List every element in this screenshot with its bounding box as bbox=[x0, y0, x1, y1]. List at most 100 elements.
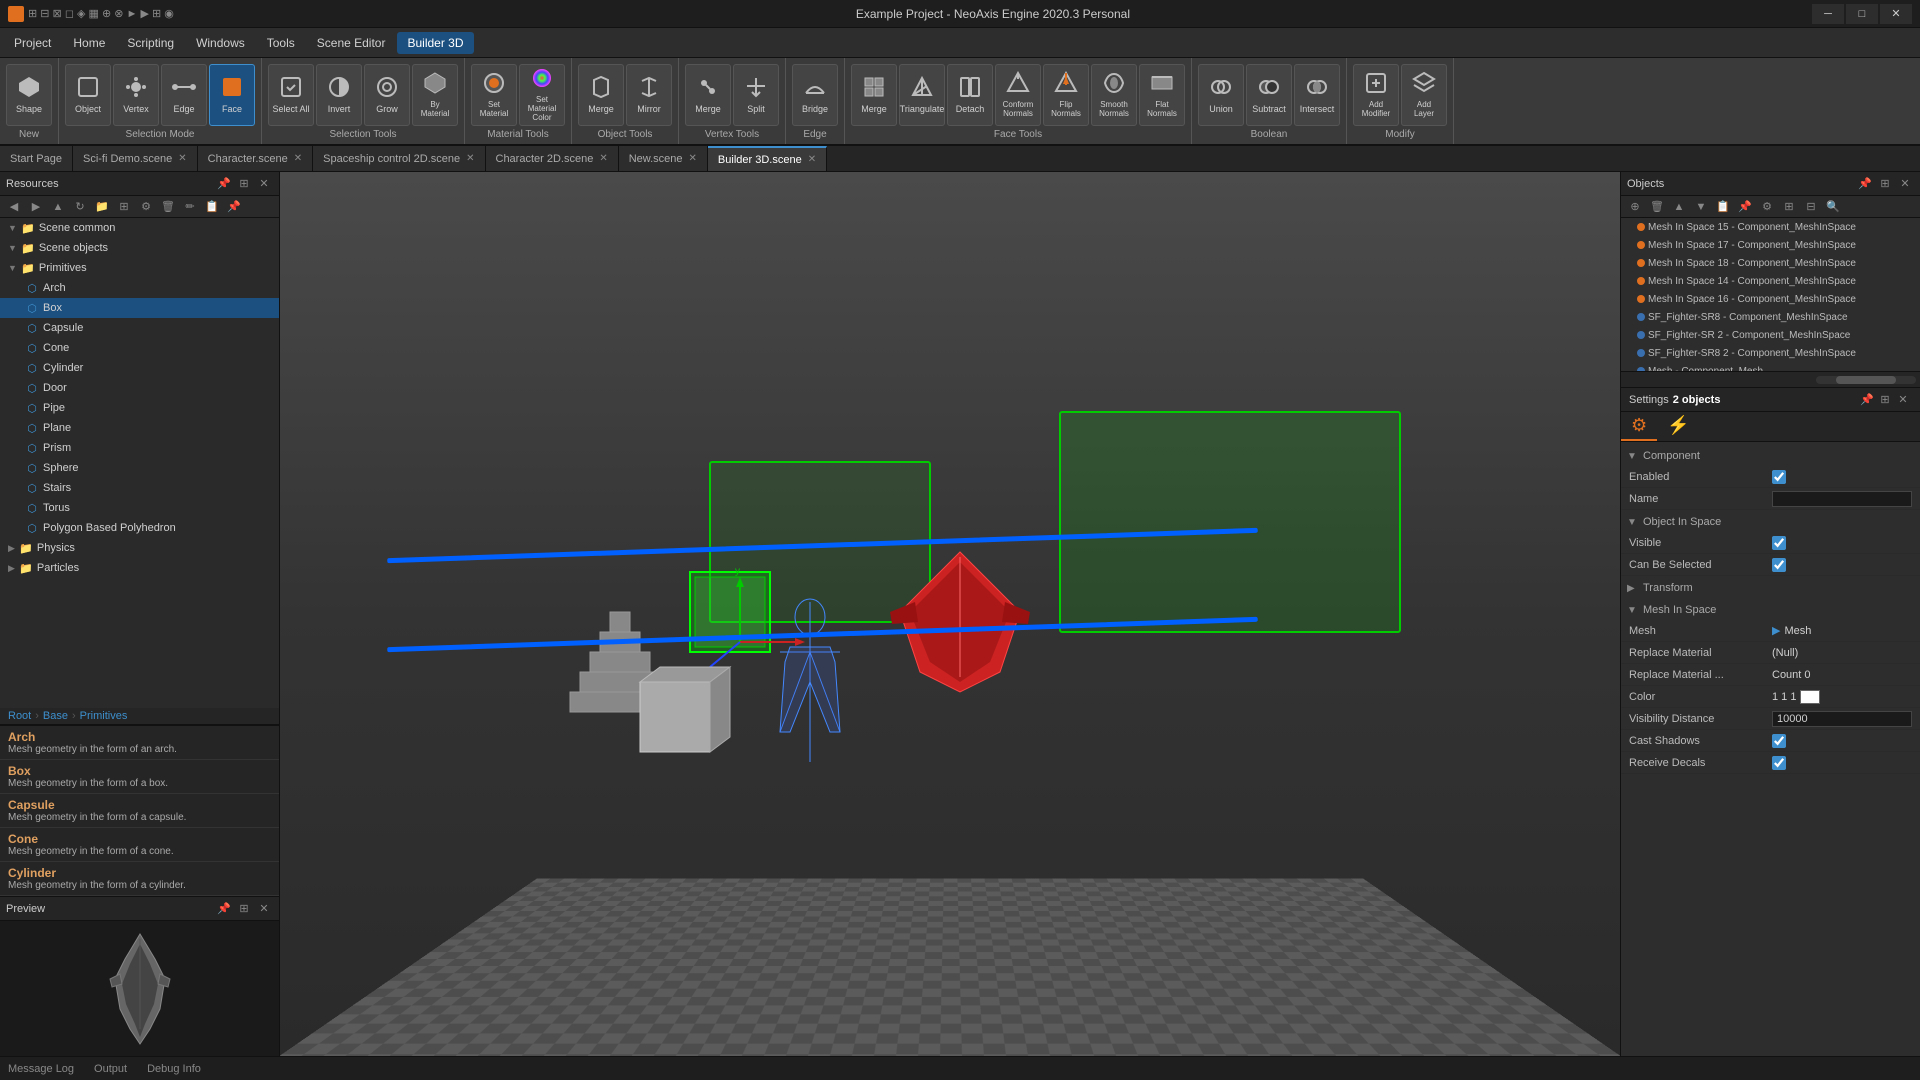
objects-expand-btn[interactable]: ⊞ bbox=[1876, 175, 1894, 193]
obj-mesh-component[interactable]: Mesh - Component_Mesh bbox=[1621, 362, 1920, 371]
obj-copy-btn[interactable]: 📋 bbox=[1713, 198, 1733, 216]
tab-new-scene-close[interactable]: ✕ bbox=[689, 153, 697, 164]
settings-pin-btn[interactable]: 📌 bbox=[1858, 391, 1876, 409]
statusbar-debug-info[interactable]: Debug Info bbox=[147, 1063, 201, 1075]
tb-split[interactable]: Split bbox=[733, 64, 779, 126]
tb-intersect[interactable]: Intersect bbox=[1294, 64, 1340, 126]
prop-receive-decals-checkbox[interactable] bbox=[1772, 756, 1786, 770]
obj-down-btn[interactable]: ▼ bbox=[1691, 198, 1711, 216]
tab-scifi-demo-close[interactable]: ✕ bbox=[178, 153, 186, 164]
tb-set-material[interactable]: SetMaterial bbox=[471, 64, 517, 126]
prop-color-swatch[interactable] bbox=[1800, 690, 1820, 704]
obj-sf-fighter-sr2[interactable]: SF_Fighter-SR 2 - Component_MeshInSpace bbox=[1621, 326, 1920, 344]
tb-vertex[interactable]: Vertex bbox=[113, 64, 159, 126]
obj-up-btn[interactable]: ▲ bbox=[1669, 198, 1689, 216]
menu-scripting[interactable]: Scripting bbox=[117, 32, 184, 54]
obj-mesh-in-space-17[interactable]: Mesh In Space 17 - Component_MeshInSpace bbox=[1621, 236, 1920, 254]
prop-name-input[interactable] bbox=[1772, 491, 1912, 507]
tab-spaceship-control-close[interactable]: ✕ bbox=[466, 153, 474, 164]
menu-home[interactable]: Home bbox=[63, 32, 115, 54]
res-up-btn[interactable]: ▲ bbox=[48, 198, 68, 216]
tb-shape[interactable]: Shape bbox=[6, 64, 52, 126]
tb-detach[interactable]: Detach bbox=[947, 64, 993, 126]
tb-conform-normals[interactable]: ConformNormals bbox=[995, 64, 1041, 126]
obj-collapse-all-btn[interactable]: ⊟ bbox=[1801, 198, 1821, 216]
res-copy-btn[interactable]: 📋 bbox=[202, 198, 222, 216]
tree-cone[interactable]: ⬡ Cone bbox=[0, 338, 279, 358]
close-button[interactable]: ✕ bbox=[1880, 4, 1912, 24]
tb-merge-obj[interactable]: Merge bbox=[578, 64, 624, 126]
tb-flat-normals[interactable]: FlatNormals bbox=[1139, 64, 1185, 126]
tree-polygon-polyhedron[interactable]: ⬡ Polygon Based Polyhedron bbox=[0, 518, 279, 538]
prop-visibility-distance-input[interactable] bbox=[1772, 711, 1912, 727]
preview-pin-btn[interactable]: 📌 bbox=[215, 900, 233, 918]
prop-enabled-checkbox[interactable] bbox=[1772, 470, 1786, 484]
tb-object[interactable]: Object bbox=[65, 64, 111, 126]
obj-sf-fighter-sr8[interactable]: SF_Fighter-SR8 - Component_MeshInSpace bbox=[1621, 308, 1920, 326]
statusbar-message-log[interactable]: Message Log bbox=[8, 1063, 74, 1075]
settings-float-btn[interactable]: ⊞ bbox=[1876, 391, 1894, 409]
tab-builder-3d[interactable]: Builder 3D.scene ✕ bbox=[708, 146, 827, 172]
section-object-in-space-header[interactable]: ▼ Object In Space bbox=[1621, 512, 1920, 532]
tab-builder-3d-close[interactable]: ✕ bbox=[808, 154, 816, 165]
obj-mesh-in-space-18[interactable]: Mesh In Space 18 - Component_MeshInSpace bbox=[1621, 254, 1920, 272]
maximize-button[interactable]: □ bbox=[1846, 4, 1878, 24]
section-mesh-in-space-header[interactable]: ▼ Mesh In Space bbox=[1621, 600, 1920, 620]
statusbar-output[interactable]: Output bbox=[94, 1063, 127, 1075]
tree-arch[interactable]: ⬡ Arch bbox=[0, 278, 279, 298]
menu-scene-editor[interactable]: Scene Editor bbox=[307, 32, 396, 54]
tb-invert[interactable]: Invert bbox=[316, 64, 362, 126]
obj-mesh-in-space-15[interactable]: Mesh In Space 15 - Component_MeshInSpace bbox=[1621, 218, 1920, 236]
tb-mirror[interactable]: Mirror bbox=[626, 64, 672, 126]
tree-plane[interactable]: ⬡ Plane bbox=[0, 418, 279, 438]
tree-stairs[interactable]: ⬡ Stairs bbox=[0, 478, 279, 498]
section-component-header[interactable]: ▼ Component bbox=[1621, 446, 1920, 466]
tb-add-modifier[interactable]: AddModifier bbox=[1353, 64, 1399, 126]
tree-scene-common[interactable]: ▼ 📁 Scene common bbox=[0, 218, 279, 238]
viewport[interactable]: y bbox=[280, 172, 1620, 1056]
tb-union[interactable]: Union bbox=[1198, 64, 1244, 126]
breadcrumb-base[interactable]: Base bbox=[43, 710, 68, 722]
res-settings-btn[interactable]: ⚙ bbox=[136, 198, 156, 216]
tb-set-material-color[interactable]: SetMaterialColor bbox=[519, 64, 565, 126]
tab-character-2d[interactable]: Character 2D.scene ✕ bbox=[486, 146, 619, 172]
tree-sphere[interactable]: ⬡ Sphere bbox=[0, 458, 279, 478]
prop-mesh-link[interactable]: ▶ bbox=[1772, 624, 1780, 637]
resources-pin-btn[interactable]: 📌 bbox=[215, 175, 233, 193]
tree-capsule[interactable]: ⬡ Capsule bbox=[0, 318, 279, 338]
obj-paste-btn[interactable]: 📌 bbox=[1735, 198, 1755, 216]
obj-mesh-in-space-16[interactable]: Mesh In Space 16 - Component_MeshInSpace bbox=[1621, 290, 1920, 308]
obj-sf-fighter-sr8-2[interactable]: SF_Fighter-SR8 2 - Component_MeshInSpace bbox=[1621, 344, 1920, 362]
tb-by-material[interactable]: ByMaterial bbox=[412, 64, 458, 126]
obj-settings-btn[interactable]: ⚙ bbox=[1757, 198, 1777, 216]
tab-character[interactable]: Character.scene ✕ bbox=[198, 146, 314, 172]
tab-scifi-demo[interactable]: Sci-fi Demo.scene ✕ bbox=[73, 146, 198, 172]
menu-project[interactable]: Project bbox=[4, 32, 61, 54]
objects-hscroll[interactable] bbox=[1816, 376, 1916, 384]
minimize-button[interactable]: ─ bbox=[1812, 4, 1844, 24]
tb-add-layer[interactable]: AddLayer bbox=[1401, 64, 1447, 126]
tree-cylinder[interactable]: ⬡ Cylinder bbox=[0, 358, 279, 378]
obj-expand-all-btn[interactable]: ⊞ bbox=[1779, 198, 1799, 216]
res-new-folder-btn[interactable]: 📁 bbox=[92, 198, 112, 216]
res-fwd-btn[interactable]: ▶ bbox=[26, 198, 46, 216]
tree-pipe[interactable]: ⬡ Pipe bbox=[0, 398, 279, 418]
section-transform-header[interactable]: ▶ Transform bbox=[1621, 578, 1920, 598]
prop-cast-shadows-checkbox[interactable] bbox=[1772, 734, 1786, 748]
breadcrumb-primitives[interactable]: Primitives bbox=[80, 710, 128, 722]
tree-torus[interactable]: ⬡ Torus bbox=[0, 498, 279, 518]
settings-tab-properties[interactable]: ⚙ bbox=[1621, 412, 1657, 441]
tb-subtract[interactable]: Subtract bbox=[1246, 64, 1292, 126]
tb-face[interactable]: Face bbox=[209, 64, 255, 126]
objects-pin-btn[interactable]: 📌 bbox=[1856, 175, 1874, 193]
tb-grow[interactable]: Grow bbox=[364, 64, 410, 126]
obj-delete-btn[interactable]: 🗑 bbox=[1647, 198, 1667, 216]
res-back-btn[interactable]: ◀ bbox=[4, 198, 24, 216]
tb-smooth-normals[interactable]: SmoothNormals bbox=[1091, 64, 1137, 126]
obj-add-btn[interactable]: ⊕ bbox=[1625, 198, 1645, 216]
tree-particles[interactable]: ▶ 📁 Particles bbox=[0, 558, 279, 578]
menu-tools[interactable]: Tools bbox=[257, 32, 305, 54]
preview-close-btn[interactable]: ✕ bbox=[255, 900, 273, 918]
objects-close-btn[interactable]: ✕ bbox=[1896, 175, 1914, 193]
res-rename-btn[interactable]: ✏ bbox=[180, 198, 200, 216]
